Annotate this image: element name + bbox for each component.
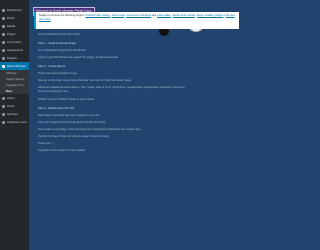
user-icon xyxy=(2,96,5,100)
sidebar-item-appearance[interactable]: Appearance xyxy=(0,46,29,54)
notice-text-and: and xyxy=(151,14,157,17)
doc-line: Go to dashboard plugin from WordPress xyxy=(38,49,87,52)
notice-link-video[interactable]: video gallery xyxy=(157,14,171,17)
plugin-icon xyxy=(2,56,5,60)
doc-line: Each Event shortcode has been created in… xyxy=(38,114,100,117)
doc-line: Add Event details like Event Name, Title… xyxy=(38,86,186,93)
notice-link-begin-install[interactable]: Begin installing plugins xyxy=(197,14,223,17)
sidebar-item-posts[interactable]: Posts xyxy=(0,14,29,22)
sidebar-subitem-label: Docs xyxy=(6,89,13,93)
sidebar-item-tools[interactable]: Tools xyxy=(0,102,29,110)
comment-icon xyxy=(2,40,5,44)
sidebar-item-pages[interactable]: Pages xyxy=(0,30,29,38)
notice-link-customizer[interactable]: Customizer Feedback xyxy=(126,14,151,17)
sidebar-item-label: Plugins xyxy=(7,56,17,60)
sidebar-item-label: Users xyxy=(7,96,15,100)
sidebar-item-label: Comments xyxy=(7,40,22,44)
doc-line: Thank you. :) xyxy=(38,142,54,145)
doc-line: Now create a new Page / Post and paste t… xyxy=(38,128,141,131)
sidebar-item-comments[interactable]: Comments xyxy=(0,38,29,46)
collapse-icon xyxy=(2,120,5,124)
sidebar-item-label: Appearance xyxy=(7,48,24,52)
sidebar-item-event-monster[interactable]: Event Monster xyxy=(0,62,29,70)
settings-icon xyxy=(2,112,5,116)
sidebar-item-label: Event Monster xyxy=(7,64,27,68)
admin-notice: Nudge to promote the following plugins: … xyxy=(34,12,239,29)
main-content: Welcome to Event Monster Plugin Docs Nud… xyxy=(29,0,250,250)
doc-link-upgrade[interactable]: Upgrade to Pro version for more details xyxy=(38,149,85,152)
doc-heading: Step 3 - Display Event On Site xyxy=(38,107,75,110)
sidebar-item-label: Tools xyxy=(7,104,15,108)
calendar-icon xyxy=(2,64,5,68)
brush-icon xyxy=(2,48,5,52)
doc-line: Login to your WordPress site, search the… xyxy=(38,56,119,59)
doc-line: How to install Event Monster Plugin xyxy=(38,33,81,36)
sidebar-item-dashboard[interactable]: Dashboard xyxy=(0,6,29,14)
sidebar-item-collapse[interactable]: Collapse menu xyxy=(0,118,29,126)
notice-text: Nudge to promote the following plugins: xyxy=(39,14,85,17)
sidebar-item-label: Posts xyxy=(7,16,15,20)
doc-heading: Step 2 - Create Events xyxy=(38,65,66,68)
sidebar-item-label: Collapse menu xyxy=(7,120,28,124)
sidebar-item-users[interactable]: Users xyxy=(0,94,29,102)
sidebar-item-label: Media xyxy=(7,24,16,28)
sidebar-item-plugins[interactable]: Plugins xyxy=(0,54,29,62)
notice-link-testimonial[interactable]: Testimonial xyxy=(111,14,124,17)
doc-line: Publish the Page / Post and view the pag… xyxy=(38,135,110,138)
doc-line: Now go to the plugin menu 'Event Monster… xyxy=(38,79,132,82)
sidebar-subitem-label: Plugins Settings xyxy=(6,77,25,81)
doc-line: Copy the Single/multi shortcode above th… xyxy=(38,121,106,124)
sidebar-item-media[interactable]: Media xyxy=(0,22,29,30)
dashboard-icon xyxy=(2,8,5,12)
notice-link-details[interactable]: Read plugin details xyxy=(173,14,195,17)
notice-link-portfolio[interactable]: Portfolio Filter Gallery xyxy=(85,14,110,17)
close-icon[interactable]: × xyxy=(233,14,237,18)
sidebar-item-label: Dashboard xyxy=(7,8,22,12)
sidebar-subitem-label: Upgrade to Pro xyxy=(6,83,24,87)
doc-line: Plugin has been installed for you xyxy=(38,72,77,75)
media-icon xyxy=(2,24,5,28)
sidebar-item-label: Pages xyxy=(7,32,16,36)
sidebar-subitem-label: Add New xyxy=(6,71,17,75)
page-icon xyxy=(2,32,5,36)
pin-icon xyxy=(2,16,5,20)
doc-heading: Step 1 - Install & Activate Plugin xyxy=(38,42,77,45)
wrench-icon xyxy=(2,104,5,108)
admin-sidebar: Dashboard Posts Media Pages Comments App… xyxy=(0,0,29,250)
sidebar-item-label: Settings xyxy=(7,112,18,116)
doc-line: Publish: click on 'Publish' button to sa… xyxy=(38,98,95,101)
sidebar-item-settings[interactable]: Settings xyxy=(0,110,29,118)
